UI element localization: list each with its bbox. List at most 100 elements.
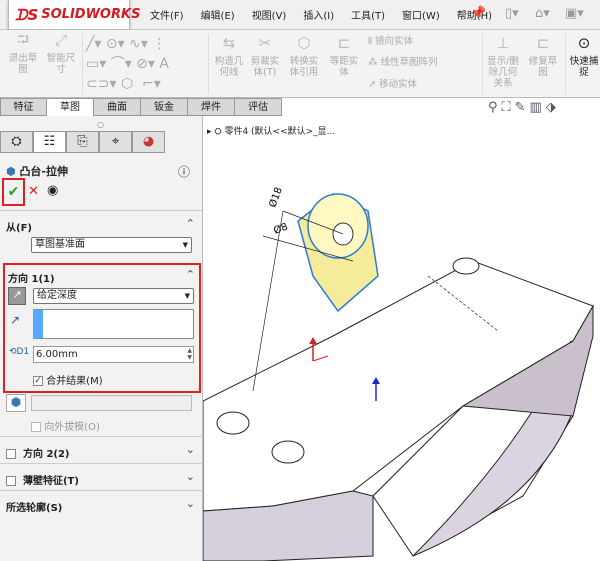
title-text: 凸台-拉伸 bbox=[19, 165, 69, 178]
checkbox[interactable]: ✓ bbox=[33, 376, 43, 386]
heads-up-view-toolbar[interactable]: ⚲⛶✎▥⬗ bbox=[488, 100, 560, 115]
sketch-tools-grid[interactable]: ╱▾ ⊙▾ ∿▾ ⋮ ▭▾ ⌒▾ ⊘▾ A ⊂⊃▾ ⬡ ⌐▾ bbox=[86, 34, 206, 94]
quick-snap-button[interactable]: ⊙ 快速捕捉 bbox=[567, 34, 600, 79]
divider bbox=[565, 34, 566, 94]
checkbox[interactable] bbox=[31, 422, 41, 432]
menu-insert[interactable]: 插入(I) bbox=[303, 7, 334, 22]
menu-file[interactable]: 文件(F) bbox=[150, 7, 184, 22]
command-tabs: 特征 草图 曲面 钣金 焊件 评估 bbox=[0, 98, 282, 116]
tab-surfaces[interactable]: 曲面 bbox=[94, 98, 141, 116]
repair-sketch-button[interactable]: ⊏ 修复草图 bbox=[526, 34, 560, 79]
configuration-manager-tab[interactable]: ⎘ bbox=[66, 131, 99, 153]
display-manager-tab[interactable]: ◕ bbox=[132, 131, 165, 153]
feature-manager-tab[interactable]: ⛭ bbox=[0, 131, 33, 153]
draft-outward-label: 向外拔模(O) bbox=[44, 422, 100, 433]
label: 剪裁实体(T) bbox=[250, 56, 280, 78]
draft-angle-input[interactable] bbox=[31, 395, 192, 411]
tab-sheet-metal[interactable]: 钣金 bbox=[141, 98, 188, 116]
mirror-entities-button[interactable]: ⫴ 镜向实体 bbox=[368, 36, 413, 47]
offset-icon: ⊏ bbox=[337, 34, 351, 52]
tab-evaluate[interactable]: 评估 bbox=[235, 98, 282, 116]
repair-icon: ⊏ bbox=[536, 34, 550, 52]
display-relations-button[interactable]: ⊥ 显示/删除几何关系 bbox=[486, 36, 520, 90]
tab-sketch[interactable]: 草图 bbox=[47, 98, 94, 116]
section-view-icon[interactable]: ▥ bbox=[530, 100, 546, 115]
selected-contours-label: 所选轮廓(S) bbox=[6, 503, 63, 514]
new-file-icon[interactable]: ▯▾ bbox=[505, 6, 519, 21]
preview-eye-icon[interactable]: ◉ bbox=[47, 183, 58, 198]
label: 等距实体 bbox=[329, 56, 359, 78]
direction1-label: 方向 1(1) bbox=[8, 274, 55, 285]
tab-features[interactable]: 特征 bbox=[0, 98, 47, 116]
zoom-area-icon[interactable]: ⛶ bbox=[502, 100, 515, 115]
zoom-to-fit-icon[interactable]: ⚲ bbox=[488, 100, 502, 115]
selected-contours-section[interactable]: 所选轮廓(S) ⌄ bbox=[0, 490, 203, 517]
merge-label: 合并结果(M) bbox=[46, 376, 103, 387]
menu-window[interactable]: 窗口(W) bbox=[402, 7, 440, 22]
boss-preview bbox=[297, 193, 379, 313]
direction2-section[interactable]: 方向 2(2) ⌄ bbox=[0, 436, 203, 463]
draft-toggle-button[interactable]: ⬢ bbox=[6, 394, 26, 412]
feature-title: ⬢ 凸台-拉伸 bbox=[6, 163, 68, 179]
diameter-dim-8[interactable]: Ø8 bbox=[272, 221, 289, 237]
direction-selection-box[interactable] bbox=[33, 309, 194, 339]
cancel-button[interactable]: ✕ bbox=[28, 184, 39, 199]
help-icon[interactable]: ⓘ bbox=[178, 163, 190, 180]
dimxpert-tab[interactable]: ⌖ bbox=[99, 131, 132, 153]
trim-entities-button[interactable]: ✂ 剪裁实体(T) bbox=[248, 36, 282, 79]
draft-outward-checkbox[interactable]: 向外拔模(O) bbox=[31, 418, 100, 433]
direction-arrow-icon: ↗ bbox=[10, 313, 21, 327]
model-view[interactable]: Ø18 Ø8 bbox=[203, 116, 600, 561]
smart-dimension-button[interactable]: ⤢ 智能尺寸 bbox=[44, 31, 78, 76]
expand-chevron-icon[interactable]: ⌄ bbox=[186, 443, 195, 456]
convert-entities-button[interactable]: ⬡ 转换实体引用 bbox=[286, 36, 322, 79]
direction2-checkbox[interactable] bbox=[6, 449, 16, 459]
label: 退出草图 bbox=[8, 53, 38, 75]
reverse-direction-button[interactable]: ↗ bbox=[8, 287, 26, 305]
offset-entities-button[interactable]: ⊏ 等距实体 bbox=[326, 34, 362, 79]
move-entities-button[interactable]: ↗ 移动实体 bbox=[368, 79, 417, 90]
quick-snap-icon: ⊙ bbox=[577, 34, 591, 52]
view-orientation-icon[interactable]: ⬗ bbox=[546, 100, 560, 115]
extrude-icon: ⬢ bbox=[6, 165, 20, 178]
construction-geometry-button[interactable]: ⇆ 构造几何线 bbox=[212, 34, 246, 79]
from-dropdown[interactable]: 草图基准面 bbox=[31, 237, 192, 253]
menu-tools[interactable]: 工具(T) bbox=[351, 7, 385, 22]
collapse-chevron-icon[interactable]: ⌃ bbox=[186, 217, 195, 230]
property-manager-tab[interactable]: ☷ bbox=[33, 131, 66, 153]
construction-icon: ⇆ bbox=[222, 34, 236, 52]
logo-text: SOLIDWORKS bbox=[41, 7, 141, 22]
diameter-dim-18[interactable]: Ø18 bbox=[267, 186, 285, 209]
ok-button[interactable]: ✔ bbox=[2, 178, 25, 206]
menu-edit[interactable]: 编辑(E) bbox=[201, 7, 235, 22]
panel-splitter-handle[interactable]: ○ bbox=[97, 120, 104, 129]
label: 构造几何线 bbox=[214, 56, 244, 78]
end-condition-dropdown[interactable]: 给定深度 bbox=[33, 288, 194, 304]
exit-sketch-button[interactable]: ⮒ 退出草图 bbox=[6, 31, 40, 76]
label: 线性草图阵列 bbox=[380, 57, 438, 68]
open-file-icon[interactable]: ⌂▾ bbox=[535, 6, 550, 21]
pin-icon[interactable]: 📌 bbox=[470, 6, 486, 21]
linear-pattern-button[interactable]: ⁂ 线性草图阵列 bbox=[368, 57, 438, 68]
exit-sketch-icon: ⮒ bbox=[17, 31, 29, 49]
divider bbox=[482, 34, 483, 94]
divider bbox=[208, 34, 209, 94]
collapse-chevron-icon[interactable]: ⌃ bbox=[186, 268, 195, 281]
previous-view-icon[interactable]: ✎ bbox=[515, 100, 530, 115]
thin-feature-section[interactable]: 薄壁特征(T) ⌄ bbox=[0, 463, 203, 490]
expand-chevron-icon[interactable]: ⌄ bbox=[186, 497, 195, 510]
expand-chevron-icon[interactable]: ⌄ bbox=[186, 470, 195, 483]
graphics-area[interactable]: ▸ ⛭ 零件4 (默认<<默认>_显... Ø18 Ø8 bbox=[203, 116, 600, 561]
property-manager: ○ ⛭ ☷ ⎘ ⌖ ◕ ⬢ 凸台-拉伸 ⓘ ✔ ✕ ◉ 从(F) ⌃ 草图基准面… bbox=[0, 116, 203, 561]
thin-feature-checkbox[interactable] bbox=[6, 476, 16, 486]
spinner[interactable]: ▲ ▼ bbox=[187, 347, 192, 361]
merge-result-checkbox[interactable]: ✓ 合并结果(M) bbox=[33, 372, 103, 387]
smart-dimension-icon: ⤢ bbox=[54, 31, 67, 49]
label: 智能尺寸 bbox=[46, 53, 76, 75]
label: 修复草图 bbox=[528, 56, 558, 78]
label: 快速捕捉 bbox=[569, 56, 599, 78]
tab-weldments[interactable]: 焊件 bbox=[188, 98, 235, 116]
save-icon[interactable]: ▣▾ bbox=[565, 6, 584, 21]
menu-view[interactable]: 视图(V) bbox=[252, 7, 287, 22]
depth-input[interactable]: 6.00mm ▲ ▼ bbox=[33, 346, 194, 363]
